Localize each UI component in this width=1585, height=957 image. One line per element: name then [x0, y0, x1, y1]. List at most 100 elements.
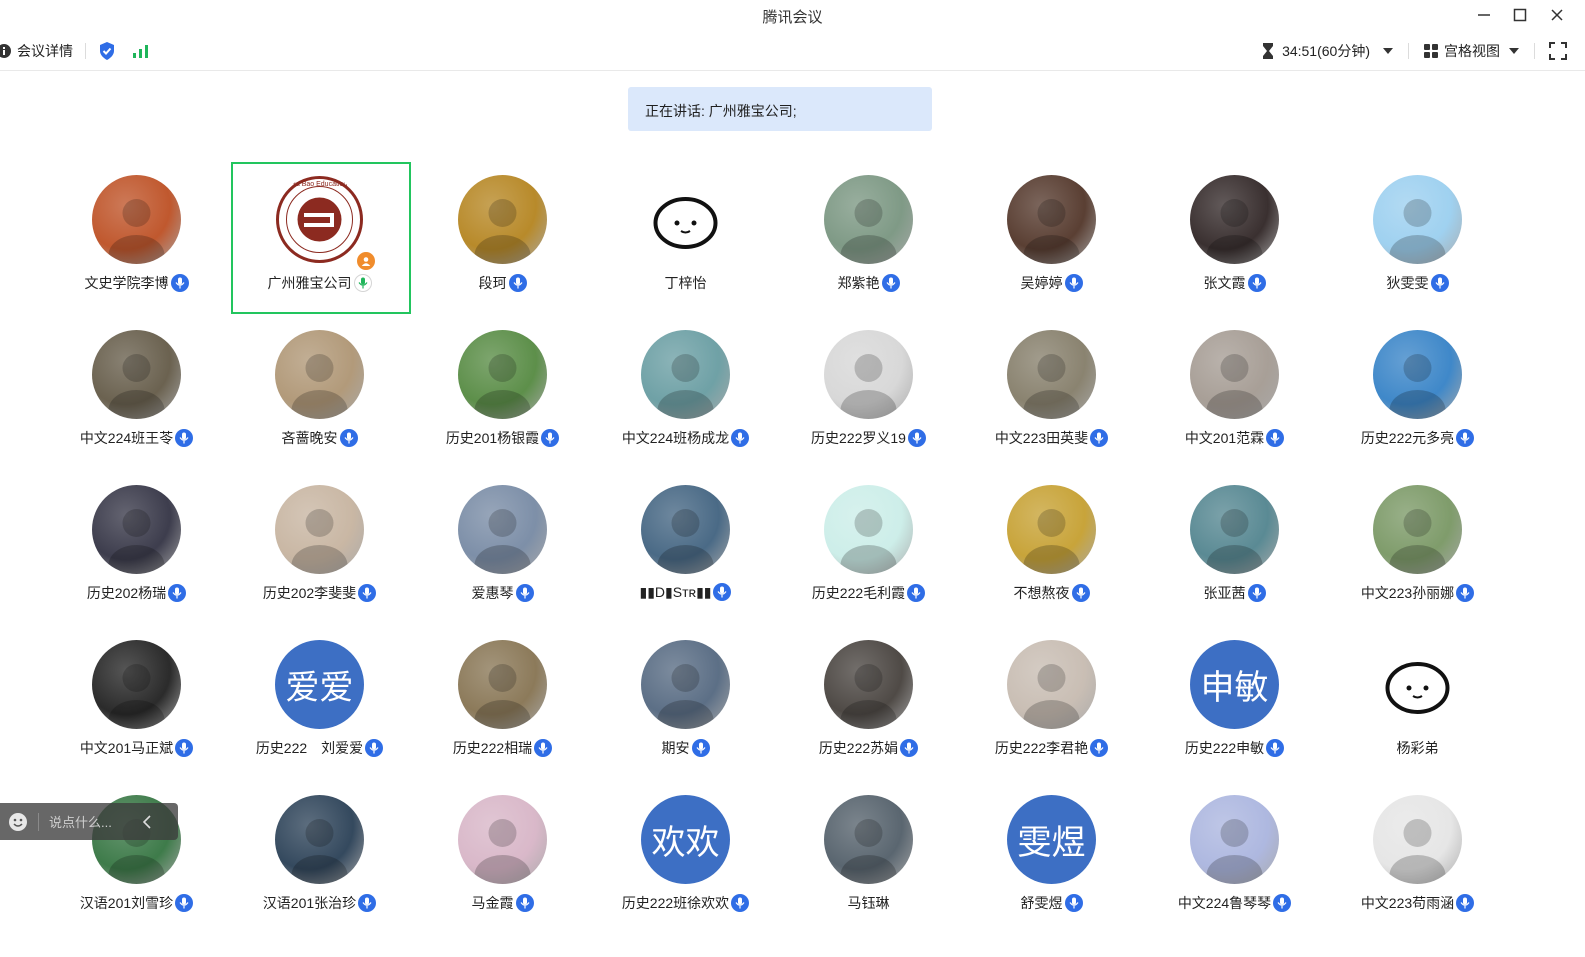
participant-tile[interactable]: 张亚茜: [1143, 472, 1326, 627]
participant-tile[interactable]: 期安: [594, 627, 777, 782]
participant-tile[interactable]: 马钰琳: [777, 782, 960, 937]
participant-tile[interactable]: 中文224班王苓: [45, 317, 228, 472]
participant-name: 历史222申敏: [1184, 740, 1265, 756]
participant-tile[interactable]: 张文霞: [1143, 162, 1326, 317]
microphone-icon: [1460, 432, 1470, 444]
participant-name-row: 广州雅宝公司: [228, 273, 411, 293]
participant-tile[interactable]: 历史222罗义19: [777, 317, 960, 472]
participant-name-row: 中文224班王苓: [45, 428, 228, 448]
microphone-icon: [520, 897, 529, 909]
avatar-image: [1389, 509, 1446, 574]
maximize-button[interactable]: [1507, 4, 1533, 26]
emoji-icon[interactable]: [8, 812, 28, 832]
participant-name-row: 历史222罗义19: [777, 428, 960, 448]
avatar: [458, 640, 547, 729]
participant-tile[interactable]: 中文201马正斌: [45, 627, 228, 782]
mic-status-indicator: [339, 429, 358, 447]
participant-tile[interactable]: 历史202李斐斐: [228, 472, 411, 627]
avatar: [1007, 485, 1096, 574]
mic-status-indicator: [541, 429, 560, 447]
participant-tile[interactable]: 申敏 历史222申敏: [1143, 627, 1326, 782]
avatar-image: [1023, 509, 1080, 574]
participant-tile[interactable]: 历史201杨银霞: [411, 317, 594, 472]
minimize-button[interactable]: [1471, 4, 1497, 26]
participant-name: 广州雅宝公司: [267, 275, 352, 291]
participant-tile[interactable]: 历史222苏娟: [777, 627, 960, 782]
logo-text: Ya Bao Education: [291, 181, 348, 188]
participant-tile[interactable]: 段珂: [411, 162, 594, 317]
avatar: [458, 330, 547, 419]
mic-status-indicator: [1090, 429, 1109, 447]
avatar: [641, 330, 730, 419]
avatar-image: [1385, 662, 1450, 714]
participant-name-row: 汉语201刘雪珍: [45, 893, 228, 913]
participant-tile[interactable]: 文史学院李博: [45, 162, 228, 317]
chat-input-bar[interactable]: 说点什么...: [0, 803, 178, 840]
participant-tile[interactable]: 雯煜 舒雯煜: [960, 782, 1143, 937]
avatar-image: [108, 199, 165, 264]
participant-tile[interactable]: 马金霞: [411, 782, 594, 937]
participant-tile[interactable]: 中文223田英斐: [960, 317, 1143, 472]
chevron-left-icon[interactable]: [142, 814, 152, 829]
participant-tile[interactable]: 历史222毛利霞: [777, 472, 960, 627]
minimize-icon: [1478, 14, 1490, 16]
participant-tile[interactable]: 汉语201张治珍: [228, 782, 411, 937]
participant-tile[interactable]: 杨彩弟: [1326, 627, 1509, 782]
chevron-down-icon: [1383, 48, 1393, 54]
participant-name-row: 中文223田英斐: [960, 428, 1143, 448]
meeting-timer[interactable]: 34:51(60分钟): [1261, 41, 1394, 61]
meeting-details-button[interactable]: 会议详情: [0, 41, 73, 61]
mic-status-indicator: [907, 429, 926, 447]
participant-name: 历史201杨银霞: [445, 430, 540, 446]
network-status[interactable]: [132, 43, 150, 59]
participant-tile[interactable]: 丁梓怡: [594, 162, 777, 317]
view-mode-label: 宫格视图: [1444, 43, 1500, 59]
avatar-image: [291, 354, 348, 419]
mic-status-indicator: [1430, 274, 1449, 292]
avatar-image: [108, 664, 165, 729]
participant-tile[interactable]: 历史222相瑞: [411, 627, 594, 782]
participant-tile[interactable]: 吝蔷晚安: [228, 317, 411, 472]
participant-name-row: 郑紫艳: [777, 273, 960, 293]
participant-name: 文史学院李博: [84, 275, 169, 291]
participant-tile[interactable]: 不想熬夜: [960, 472, 1143, 627]
participant-tile[interactable]: 历史222元多亮: [1326, 317, 1509, 472]
mic-status-indicator: [515, 894, 534, 912]
participant-tile[interactable]: 爱爱 历史222 刘爱爱: [228, 627, 411, 782]
participant-tile[interactable]: 中文223孙丽娜: [1326, 472, 1509, 627]
participant-tile[interactable]: 历史222李君艳: [960, 627, 1143, 782]
participant-tile[interactable]: 欢欢 历史222班徐欢欢: [594, 782, 777, 937]
participant-tile[interactable]: 郑紫艳: [777, 162, 960, 317]
avatar: [1373, 175, 1462, 264]
microphone-icon: [358, 277, 367, 289]
participant-name-row: 历史202李斐斐: [228, 583, 411, 603]
participant-tile[interactable]: 吴婷婷: [960, 162, 1143, 317]
meeting-toolbar: 会议详情 34:51(60分钟) 宫格视图: [0, 32, 1585, 71]
participant-tile[interactable]: 历史202杨瑞: [45, 472, 228, 627]
security-button[interactable]: [98, 41, 116, 61]
participant-tile[interactable]: 中文201范霖: [1143, 317, 1326, 472]
avatar-image: [291, 509, 348, 574]
mic-status-indicator: [1064, 274, 1083, 292]
participant-tile[interactable]: 中文223苟雨涵: [1326, 782, 1509, 937]
participant-name-row: 中文223苟雨涵: [1326, 893, 1509, 913]
close-button[interactable]: [1544, 4, 1570, 26]
participant-tile[interactable]: 中文224鲁琴琴: [1143, 782, 1326, 937]
mic-status-indicator: [691, 739, 710, 757]
active-speaker-banner: 正在讲话: 广州雅宝公司;: [628, 87, 932, 131]
mic-status-indicator: [1071, 584, 1090, 602]
view-mode-dropdown[interactable]: 宫格视图: [1423, 41, 1520, 61]
fullscreen-button[interactable]: [1549, 42, 1567, 60]
mic-status-indicator: [175, 429, 194, 447]
participant-tile[interactable]: 中文224班杨成龙: [594, 317, 777, 472]
participant-tile[interactable]: Ya Bao Education 广州雅宝公司: [228, 162, 411, 317]
participant-tile[interactable]: 狄雯雯: [1326, 162, 1509, 317]
mic-status-indicator: [1247, 274, 1266, 292]
avatar-image: [1389, 819, 1446, 884]
participant-tile[interactable]: 爱惠琴: [411, 472, 594, 627]
microphone-icon: [696, 742, 705, 754]
avatar: [92, 330, 181, 419]
avatar-image: [840, 819, 897, 884]
participant-name: 历史222罗义19: [811, 430, 906, 446]
participant-tile[interactable]: ▮▮D▮Sᴛʀ▮▮: [594, 472, 777, 627]
